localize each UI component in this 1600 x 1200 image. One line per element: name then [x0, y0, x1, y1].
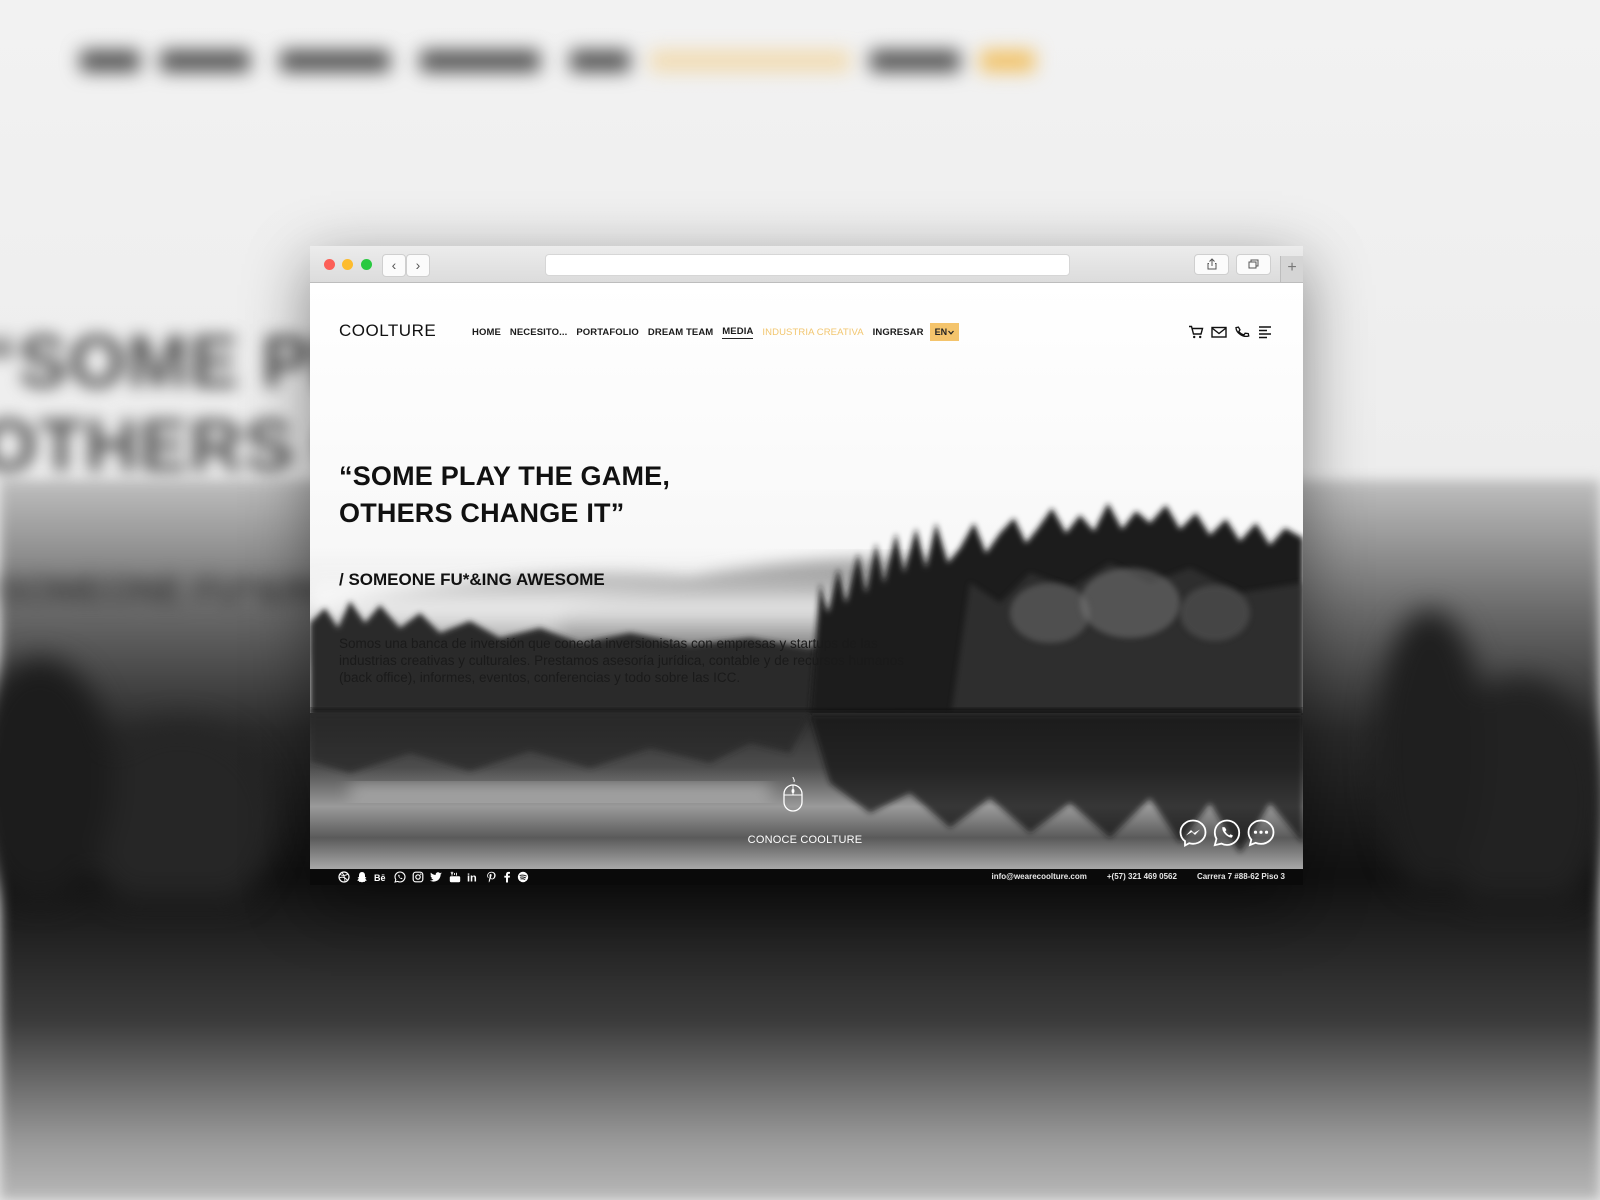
twitter-icon[interactable]	[430, 871, 443, 883]
whatsapp-icon[interactable]	[1212, 818, 1242, 848]
phone-icon[interactable]	[1234, 325, 1250, 339]
chat-buttons	[1178, 818, 1276, 848]
hero-description: Somos una banca de inversión que conecta…	[339, 636, 905, 685]
quote-line-1: “SOME PLAY THE GAME,	[339, 461, 671, 491]
messenger-icon[interactable]	[1178, 818, 1208, 848]
social-links: Bē in	[338, 871, 529, 883]
linkedin-icon[interactable]: in	[467, 871, 480, 884]
footer-phone[interactable]: +(57) 321 469 0562	[1107, 872, 1177, 881]
address-bar[interactable]	[545, 254, 1070, 276]
quote-line-2: OTHERS CHANGE IT”	[339, 498, 625, 528]
browser-toolbar: ‹ › +	[310, 246, 1303, 283]
zoom-window-button[interactable]	[361, 259, 372, 270]
main-nav: HOME NECESITO... PORTAFOLIO DREAM TEAM M…	[472, 323, 960, 341]
instagram-icon[interactable]	[412, 871, 424, 883]
back-button[interactable]: ‹	[382, 254, 406, 277]
site-header: COOLTURE HOME NECESITO... PORTAFOLIO DRE…	[310, 283, 1303, 343]
nav-ingresar[interactable]: INGRESAR	[873, 327, 924, 338]
nav-home[interactable]: HOME	[472, 327, 501, 338]
svg-text:Bē: Bē	[374, 873, 386, 883]
cart-icon[interactable]	[1188, 325, 1204, 339]
chevron-down-icon	[948, 330, 955, 335]
browser-window: ‹ › + COOLTURE HOME NECESITO... PORTAFOL…	[310, 246, 1303, 885]
scroll-mouse-icon[interactable]	[782, 776, 804, 812]
footer-address: Carrera 7 #88-62 Piso 3	[1196, 872, 1285, 881]
youtube-icon[interactable]	[449, 871, 461, 883]
contact-info: info@wearecoolture.com +(57) 321 469 056…	[992, 872, 1286, 881]
nav-necesito[interactable]: NECESITO...	[510, 327, 567, 338]
footer-email[interactable]: info@wearecoolture.com	[992, 872, 1087, 881]
new-tab-button[interactable]: +	[1280, 256, 1303, 282]
hero-quote: “SOME PLAY THE GAME, OTHERS CHANGE IT”	[339, 458, 670, 532]
site-logo[interactable]: COOLTURE	[339, 321, 436, 341]
nav-industria-creativa[interactable]: INDUSTRIA CREATIVA	[762, 327, 863, 338]
quote-attribution: / SOMEONE FU*&ING AWESOME	[339, 570, 605, 589]
whatsapp-icon[interactable]	[394, 871, 406, 883]
backdrop-nav	[0, 40, 1100, 84]
tabs-button[interactable]	[1236, 254, 1271, 275]
share-icon	[1207, 258, 1216, 270]
snapchat-icon[interactable]	[356, 871, 368, 883]
language-label: EN	[934, 327, 948, 337]
nav-media[interactable]: MEDIA	[722, 326, 754, 339]
chat-icon[interactable]	[1246, 818, 1276, 848]
minimize-window-button[interactable]	[342, 259, 353, 270]
facebook-icon[interactable]	[503, 871, 511, 883]
site-footer: Bē in info@wearecoolture.com +(57) 321 4…	[310, 869, 1303, 885]
nav-dream-team[interactable]: DREAM TEAM	[648, 327, 713, 338]
language-selector[interactable]: EN	[929, 323, 960, 341]
dribbble-icon[interactable]	[338, 871, 350, 883]
conoce-coolture-link[interactable]: CONOCE COOLTURE	[725, 834, 885, 846]
header-icons	[1188, 325, 1273, 339]
nav-portafolio[interactable]: PORTAFOLIO	[576, 327, 639, 338]
behance-icon[interactable]: Bē	[374, 871, 388, 883]
tabs-icon	[1248, 259, 1258, 269]
svg-text:in: in	[467, 873, 477, 884]
share-button[interactable]	[1194, 254, 1229, 275]
website-page: COOLTURE HOME NECESITO... PORTAFOLIO DRE…	[310, 283, 1303, 885]
menu-icon[interactable]	[1257, 325, 1273, 339]
close-window-button[interactable]	[324, 259, 335, 270]
forward-button[interactable]: ›	[406, 254, 430, 277]
pinterest-icon[interactable]	[486, 871, 497, 883]
spotify-icon[interactable]	[517, 871, 529, 883]
mail-icon[interactable]	[1211, 325, 1227, 339]
